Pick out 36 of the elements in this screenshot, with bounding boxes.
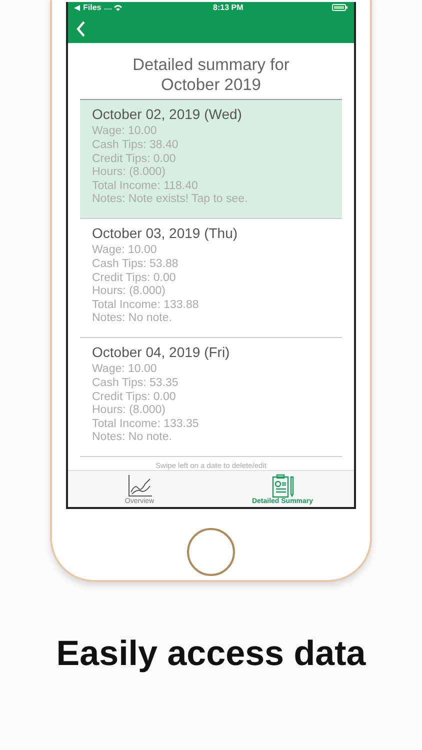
entry-detail: Total Income: 118.40: [92, 180, 199, 194]
entry-detail: Notes: Note exists! Tap to see.: [92, 193, 249, 208]
entry-date: October 02, 2019 (Wed): [92, 106, 243, 122]
summary-title: Detailed summary for: [132, 55, 290, 76]
entry-detail: Wage: 10.00: [92, 125, 158, 140]
back-triangle-icon: [74, 4, 80, 11]
entry-detail: Cash Tips: 53.35: [92, 377, 180, 391]
entry-detail: Credit Tips: 0.00: [92, 152, 177, 166]
entry-detail: Hours: (8.000): [92, 404, 167, 418]
entry-detail: Total Income: 133.35: [92, 418, 200, 432]
wifi-icon: [104, 4, 124, 12]
day-entry[interactable]: October 04, 2019 (Fri) Wage: 10.00 Cash Tips: 53.35 Credit Tips: 0.00 Hours: (8.000) Total Income: 133.35 Notes: No note.: [80, 338, 342, 458]
entry-detail: Hours: (8.000): [92, 166, 167, 180]
status-back-label[interactable]: Files: [83, 3, 102, 12]
entry-detail: Cash Tips: 38.40: [92, 139, 180, 153]
line-chart-icon: [126, 474, 152, 498]
entry-detail: Notes: No note.: [92, 312, 173, 326]
entry-detail: Wage: 10.00: [92, 363, 158, 378]
entry-detail: Wage: 10.00: [92, 244, 158, 258]
caption: Easily access data: [56, 634, 366, 674]
battery-icon: [332, 4, 348, 12]
home-button[interactable]: [187, 528, 235, 576]
entry-detail: Hours: (8.000): [92, 285, 167, 299]
back-icon[interactable]: [76, 20, 86, 37]
day-entry[interactable]: October 03, 2019 (Thu) Wage: 10.00 Cash Tips: 53.88 Credit Tips: 0.00 Hours: (8.000) Total Income: 133.88 Notes: No note.: [80, 219, 342, 338]
entry-detail: Notes: No note.: [92, 431, 173, 446]
clipboard-icon: [270, 474, 294, 498]
summary-title: October 2019: [161, 75, 261, 96]
entry-detail: Credit Tips: 0.00: [92, 272, 177, 286]
status-time: 8:13 PM: [213, 3, 244, 12]
day-entry[interactable]: October 02, 2019 (Wed) Wage: 10.00 Cash Tips: 38.40 Credit Tips: 0.00 Hours: (8.000) Total Income: 118.40 Notes: Note exists! Tap to see.: [80, 100, 342, 220]
entry-date: October 03, 2019 (Thu): [92, 225, 239, 242]
entry-detail: Cash Tips: 53.88: [92, 258, 180, 272]
entry-date: October 04, 2019 (Fri): [92, 344, 231, 360]
entry-detail: Credit Tips: 0.00: [92, 390, 177, 404]
entry-detail: Total Income: 133.88: [92, 298, 200, 312]
